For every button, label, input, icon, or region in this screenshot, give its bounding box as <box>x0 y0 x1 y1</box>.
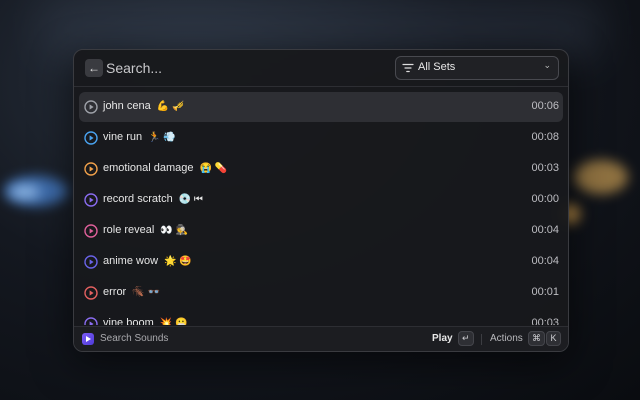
play-circle-icon[interactable] <box>84 193 98 207</box>
sound-name: emotional damage 😭 💊 <box>103 162 227 174</box>
app-logo-icon <box>82 333 94 345</box>
sound-name-text: john cena <box>103 100 151 112</box>
sound-row[interactable]: anime wow 🌟 🤩 00:04 <box>79 247 563 277</box>
sound-row[interactable]: error 🪳 👓 00:01 <box>79 278 563 308</box>
k-key-icon: K <box>546 331 561 346</box>
sound-name-text: anime wow <box>103 255 159 267</box>
sound-name: error 🪳 👓 <box>103 286 160 298</box>
actions-button[interactable]: Actions <box>490 333 523 344</box>
sound-name: john cena 💪 🎺 <box>103 100 184 112</box>
sound-name: record scratch 💿 ⏮ <box>103 193 203 205</box>
search-header: ← All Sets ⌄ <box>74 50 568 87</box>
sound-emoji: 🏃 💨 <box>148 132 176 143</box>
sound-row[interactable]: role reveal 👀 🕵 00:04 <box>79 216 563 246</box>
filter-icon <box>402 63 414 73</box>
sound-name: role reveal 👀 🕵 <box>103 224 188 236</box>
chevron-down-icon: ⌄ <box>543 60 551 70</box>
sound-row[interactable]: vine boom 💥 😬 00:03 <box>79 309 563 325</box>
play-action-button[interactable]: Play <box>432 333 453 344</box>
filter-selected-label: All Sets <box>418 61 456 73</box>
sound-name-text: error <box>103 286 127 298</box>
play-circle-icon[interactable] <box>84 317 98 325</box>
sound-duration: 00:00 <box>531 193 559 205</box>
sound-name-text: emotional damage <box>103 162 194 174</box>
sound-emoji: 👀 🕵 <box>160 225 189 236</box>
sound-emoji: 💪 🎺 <box>156 101 185 112</box>
sound-duration: 00:08 <box>531 131 559 143</box>
play-circle-icon[interactable] <box>84 100 98 114</box>
sound-row[interactable]: john cena 💪 🎺 00:06 <box>79 92 563 122</box>
app-name: Search Sounds <box>100 333 169 344</box>
sound-row[interactable]: emotional damage 😭 💊 00:03 <box>79 154 563 184</box>
back-button[interactable]: ← <box>85 59 103 77</box>
sound-emoji: 🪳 👓 <box>132 287 160 298</box>
play-circle-icon[interactable] <box>84 162 98 176</box>
enter-key-icon: ↵ <box>458 331 474 346</box>
sound-emoji: 🌟 🤩 <box>164 256 192 267</box>
play-circle-icon[interactable] <box>84 224 98 238</box>
sound-duration: 00:06 <box>531 100 559 112</box>
sound-duration: 00:04 <box>531 224 559 236</box>
sound-list: john cena 💪 🎺 00:06 vine run 🏃 💨 00:08 emotion… <box>74 87 568 325</box>
sound-name-text: vine run <box>103 131 143 143</box>
sound-name: vine run 🏃 💨 <box>103 131 176 143</box>
play-circle-icon[interactable] <box>84 131 98 145</box>
background-light <box>574 160 628 194</box>
sound-name: vine boom 💥 😬 <box>103 317 187 325</box>
play-circle-icon[interactable] <box>84 286 98 300</box>
command-key-icon: ⌘ <box>528 331 545 346</box>
sound-emoji: 😭 💊 <box>199 163 228 174</box>
sound-duration: 00:03 <box>531 162 559 174</box>
sound-duration: 00:01 <box>531 286 559 298</box>
set-filter-dropdown[interactable]: All Sets ⌄ <box>395 56 559 80</box>
sound-row[interactable]: record scratch 💿 ⏮ 00:00 <box>79 185 563 215</box>
search-input[interactable] <box>106 58 356 78</box>
footer-divider <box>481 334 482 345</box>
sound-duration: 00:03 <box>531 317 559 325</box>
play-circle-icon[interactable] <box>84 255 98 269</box>
sound-row[interactable]: vine run 🏃 💨 00:08 <box>79 123 563 153</box>
sound-name: anime wow 🌟 🤩 <box>103 255 192 267</box>
background-light <box>10 186 40 198</box>
sound-name-text: vine boom <box>103 317 154 325</box>
sound-name-text: role reveal <box>103 224 155 236</box>
footer-bar: Search Sounds Play ↵ Actions ⌘ K <box>74 326 568 351</box>
sound-name-text: record scratch <box>103 193 173 205</box>
arrow-left-icon: ← <box>88 61 100 75</box>
sound-search-window: ← All Sets ⌄ john cena 💪 🎺 00:06 vine run 🏃 … <box>73 49 569 352</box>
sound-emoji: 💥 😬 <box>159 318 188 325</box>
sound-duration: 00:04 <box>531 255 559 267</box>
sound-emoji: 💿 ⏮ <box>178 194 203 205</box>
